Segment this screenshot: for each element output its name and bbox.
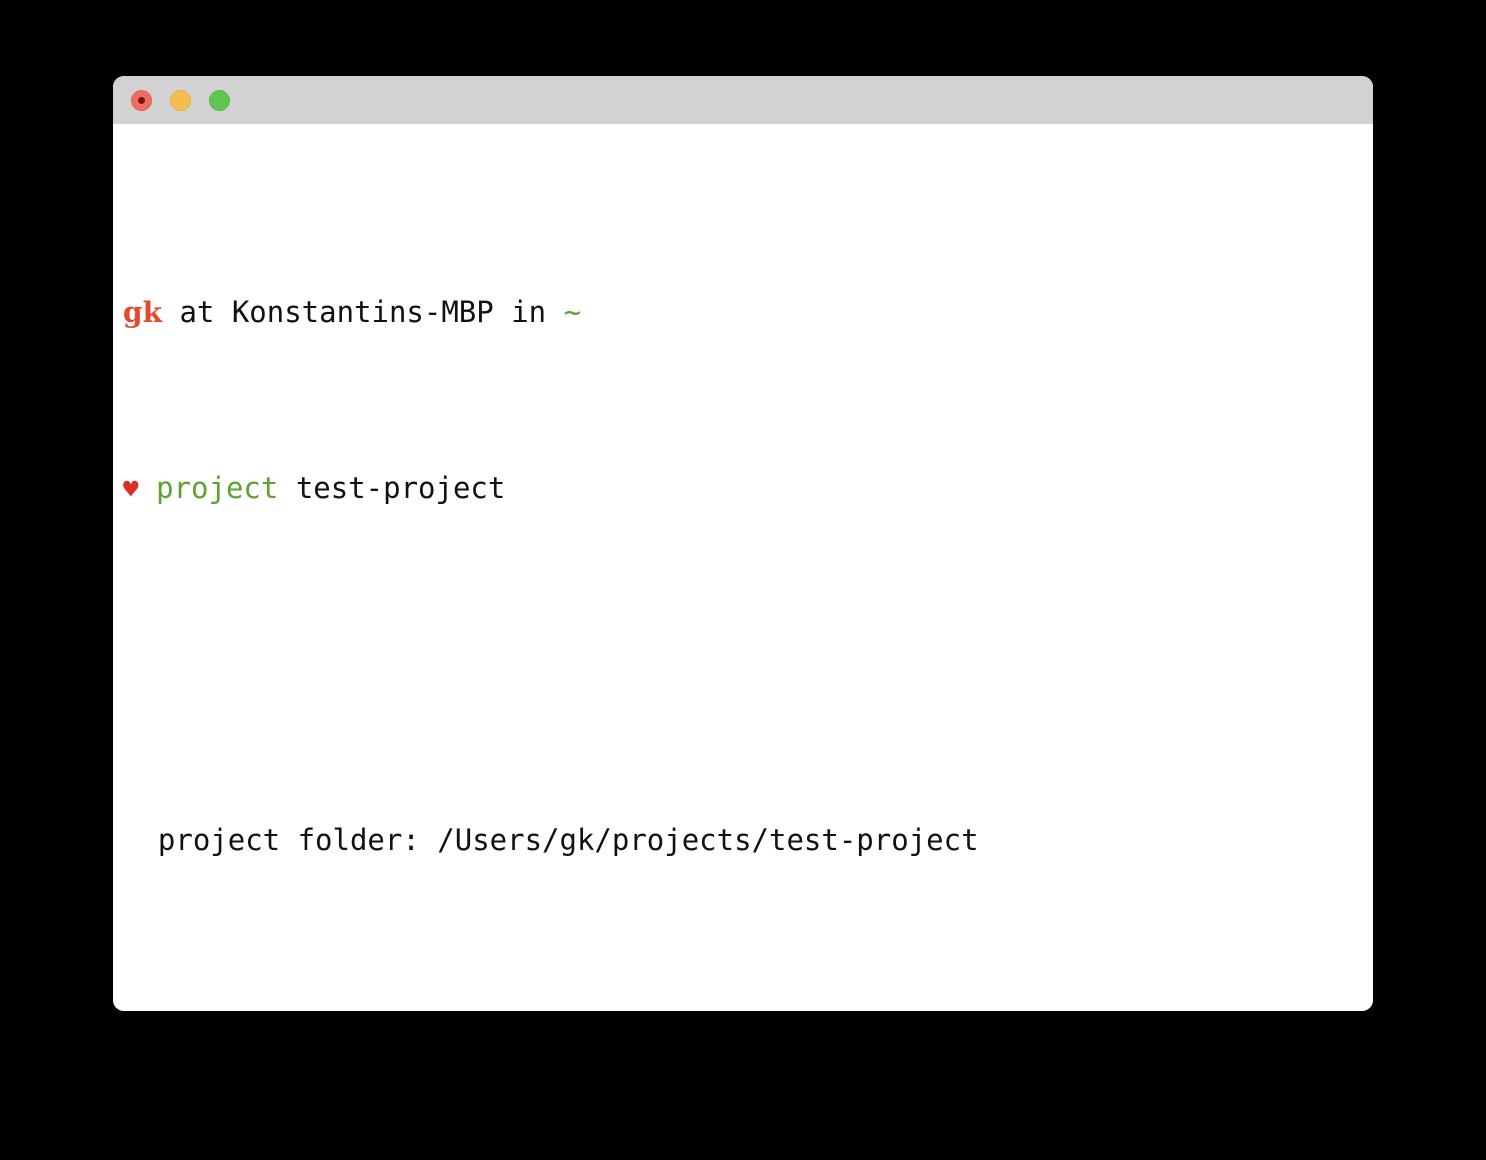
prompt-username: gk <box>123 296 162 329</box>
project-folder-label: project folder: <box>123 823 438 857</box>
prompt-at: at <box>161 295 232 329</box>
command-name: project <box>156 471 279 505</box>
project-folder-path: /Users/gk/projects/test-project <box>437 823 979 857</box>
prompt-line-2: ♥ project test-project <box>113 466 1373 510</box>
command-argument: test-project <box>295 471 506 505</box>
terminal-output-area[interactable]: gk at Konstantins-MBP in ~ ♥ project tes… <box>113 124 1373 1011</box>
prompt-hostname: Konstantins-MBP <box>231 295 494 329</box>
window-controls <box>131 89 230 111</box>
window-titlebar[interactable] <box>113 76 1373 124</box>
prompt-line-1: gk at Konstantins-MBP in ~ <box>113 290 1373 334</box>
minimize-button-icon[interactable] <box>170 89 191 111</box>
prompt-space-2 <box>278 471 295 505</box>
prompt-space-1 <box>139 471 156 505</box>
close-button-icon[interactable] <box>131 89 152 111</box>
terminal-window[interactable]: gk at Konstantins-MBP in ~ ♥ project tes… <box>113 76 1373 1011</box>
prompt-in: in <box>493 295 564 329</box>
prompt-directory: ~ <box>563 295 582 329</box>
maximize-button-icon[interactable] <box>209 89 230 111</box>
heart-icon: ♥ <box>123 475 139 505</box>
project-folder-line: project folder: /Users/gk/projects/test-… <box>113 818 1373 862</box>
